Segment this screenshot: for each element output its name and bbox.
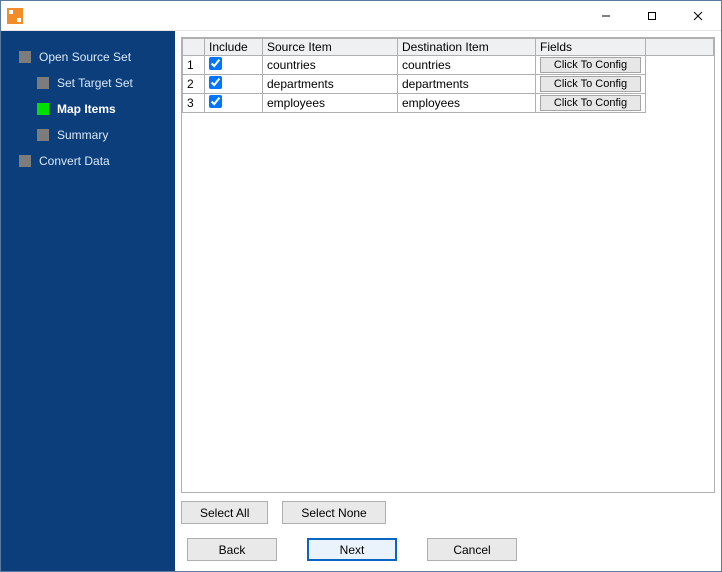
fields-cell: Click To Config bbox=[536, 75, 646, 94]
titlebar bbox=[1, 1, 721, 31]
sidebar-item-open-source-set[interactable]: Open Source Set bbox=[19, 47, 175, 67]
include-cell bbox=[205, 56, 263, 75]
select-all-button[interactable]: Select All bbox=[181, 501, 268, 524]
table-row[interactable]: 2departmentsdepartmentsClick To Config bbox=[183, 75, 714, 94]
sidebar-item-label: Convert Data bbox=[39, 154, 110, 168]
include-checkbox[interactable] bbox=[209, 95, 222, 108]
cancel-button[interactable]: Cancel bbox=[427, 538, 517, 561]
blank-cell bbox=[646, 75, 714, 94]
destination-item-cell[interactable]: employees bbox=[398, 94, 536, 113]
blank-cell bbox=[646, 56, 714, 75]
config-fields-button[interactable]: Click To Config bbox=[540, 76, 641, 92]
include-checkbox[interactable] bbox=[209, 57, 222, 70]
fields-cell: Click To Config bbox=[536, 94, 646, 113]
sidebar-item-summary[interactable]: Summary bbox=[37, 125, 175, 145]
close-button[interactable] bbox=[675, 1, 721, 30]
row-number: 1 bbox=[183, 56, 205, 75]
app-window: Open Source Set Set Target Set Map Items… bbox=[0, 0, 722, 572]
destination-item-cell[interactable]: departments bbox=[398, 75, 536, 94]
source-item-cell[interactable]: countries bbox=[263, 56, 398, 75]
col-header-blank bbox=[646, 39, 714, 56]
destination-item-cell[interactable]: countries bbox=[398, 56, 536, 75]
wizard-sidebar: Open Source Set Set Target Set Map Items… bbox=[1, 31, 175, 571]
step-marker-icon bbox=[19, 51, 31, 63]
select-none-button[interactable]: Select None bbox=[282, 501, 385, 524]
back-button[interactable]: Back bbox=[187, 538, 277, 561]
step-marker-icon bbox=[37, 129, 49, 141]
next-button[interactable]: Next bbox=[307, 538, 397, 561]
col-header-source[interactable]: Source Item bbox=[263, 39, 398, 56]
step-marker-icon bbox=[37, 103, 49, 115]
grid-header-row: Include Source Item Destination Item Fie… bbox=[183, 39, 714, 56]
maximize-button[interactable] bbox=[629, 1, 675, 30]
sidebar-item-convert-data[interactable]: Convert Data bbox=[19, 151, 175, 171]
fields-cell: Click To Config bbox=[536, 56, 646, 75]
sidebar-item-label: Open Source Set bbox=[39, 50, 131, 64]
table-row[interactable]: 1countriescountriesClick To Config bbox=[183, 56, 714, 75]
config-fields-button[interactable]: Click To Config bbox=[540, 57, 641, 73]
row-number: 2 bbox=[183, 75, 205, 94]
sidebar-item-label: Set Target Set bbox=[57, 76, 133, 90]
sidebar-item-map-items[interactable]: Map Items bbox=[37, 99, 175, 119]
sidebar-item-label: Summary bbox=[57, 128, 108, 142]
source-item-cell[interactable]: employees bbox=[263, 94, 398, 113]
col-header-include[interactable]: Include bbox=[205, 39, 263, 56]
sidebar-item-set-target-set[interactable]: Set Target Set bbox=[37, 73, 175, 93]
col-header-fields[interactable]: Fields bbox=[536, 39, 646, 56]
col-header-rownum[interactable] bbox=[183, 39, 205, 56]
main-panel: Include Source Item Destination Item Fie… bbox=[175, 31, 721, 571]
include-cell bbox=[205, 94, 263, 113]
step-marker-icon bbox=[37, 77, 49, 89]
row-number: 3 bbox=[183, 94, 205, 113]
step-marker-icon bbox=[19, 155, 31, 167]
source-item-cell[interactable]: departments bbox=[263, 75, 398, 94]
col-header-destination[interactable]: Destination Item bbox=[398, 39, 536, 56]
include-cell bbox=[205, 75, 263, 94]
blank-cell bbox=[646, 94, 714, 113]
table-row[interactable]: 3employeesemployeesClick To Config bbox=[183, 94, 714, 113]
include-checkbox[interactable] bbox=[209, 76, 222, 89]
sidebar-item-label: Map Items bbox=[57, 102, 116, 116]
minimize-button[interactable] bbox=[583, 1, 629, 30]
mapping-grid: Include Source Item Destination Item Fie… bbox=[181, 37, 715, 493]
config-fields-button[interactable]: Click To Config bbox=[540, 95, 641, 111]
app-icon bbox=[7, 8, 23, 24]
